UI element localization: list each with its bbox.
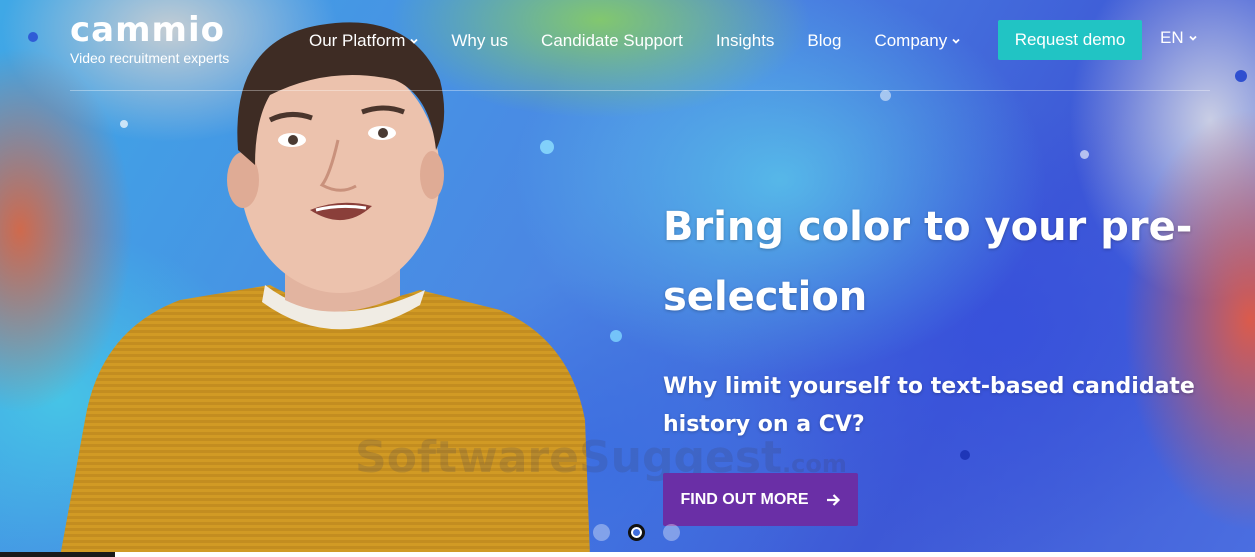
chevron-down-icon [410, 38, 418, 44]
language-selector[interactable]: EN [1160, 28, 1198, 48]
nav-item-label: Company [874, 31, 948, 50]
header-divider [70, 90, 1210, 91]
nav-item-label: Insights [715, 31, 775, 50]
logo-wordmark: cammio [70, 10, 225, 50]
cammio-logo[interactable]: cammio Video recruitment experts [70, 12, 229, 66]
nav-item-company[interactable]: Company [874, 31, 961, 51]
arrow-right-icon [826, 493, 840, 506]
slide-dot-2[interactable] [628, 524, 645, 541]
chevron-down-icon [1188, 35, 1197, 41]
page-bottom-strip [115, 552, 1255, 557]
nav-item-insights[interactable]: Insights [716, 31, 775, 51]
nav-item-label: Our Platform [309, 31, 406, 50]
paint-speckle [880, 90, 891, 101]
nav-item-why-us[interactable]: Why us [451, 31, 508, 51]
request-demo-button[interactable]: Request demo [998, 20, 1142, 60]
nav-item-label: Blog [807, 31, 842, 50]
slide-dot-1[interactable] [593, 524, 610, 541]
paint-speckle [1235, 70, 1247, 82]
cta-label: FIND OUT MORE [680, 490, 809, 508]
language-label: EN [1160, 28, 1184, 47]
find-out-more-button[interactable]: FIND OUT MORE [663, 473, 858, 526]
paint-speckle [960, 450, 970, 460]
slide-dot-3[interactable] [663, 524, 680, 541]
paint-speckle [1080, 150, 1089, 159]
chevron-down-icon [952, 38, 960, 44]
hero-headline: Bring color to your pre-selection [663, 204, 1193, 320]
progress-strip [0, 552, 115, 557]
slide-pagination [593, 524, 680, 541]
nav-item-label: Candidate Support [541, 31, 683, 50]
nav-item-label: Why us [451, 31, 509, 50]
logo-tagline: Video recruitment experts [70, 50, 230, 66]
main-nav: Our Platform Why us Candidate Support In… [309, 28, 961, 54]
nav-item-blog[interactable]: Blog [807, 31, 841, 51]
nav-item-our-platform[interactable]: Our Platform [309, 31, 419, 51]
nav-item-candidate-support[interactable]: Candidate Support [541, 31, 683, 51]
